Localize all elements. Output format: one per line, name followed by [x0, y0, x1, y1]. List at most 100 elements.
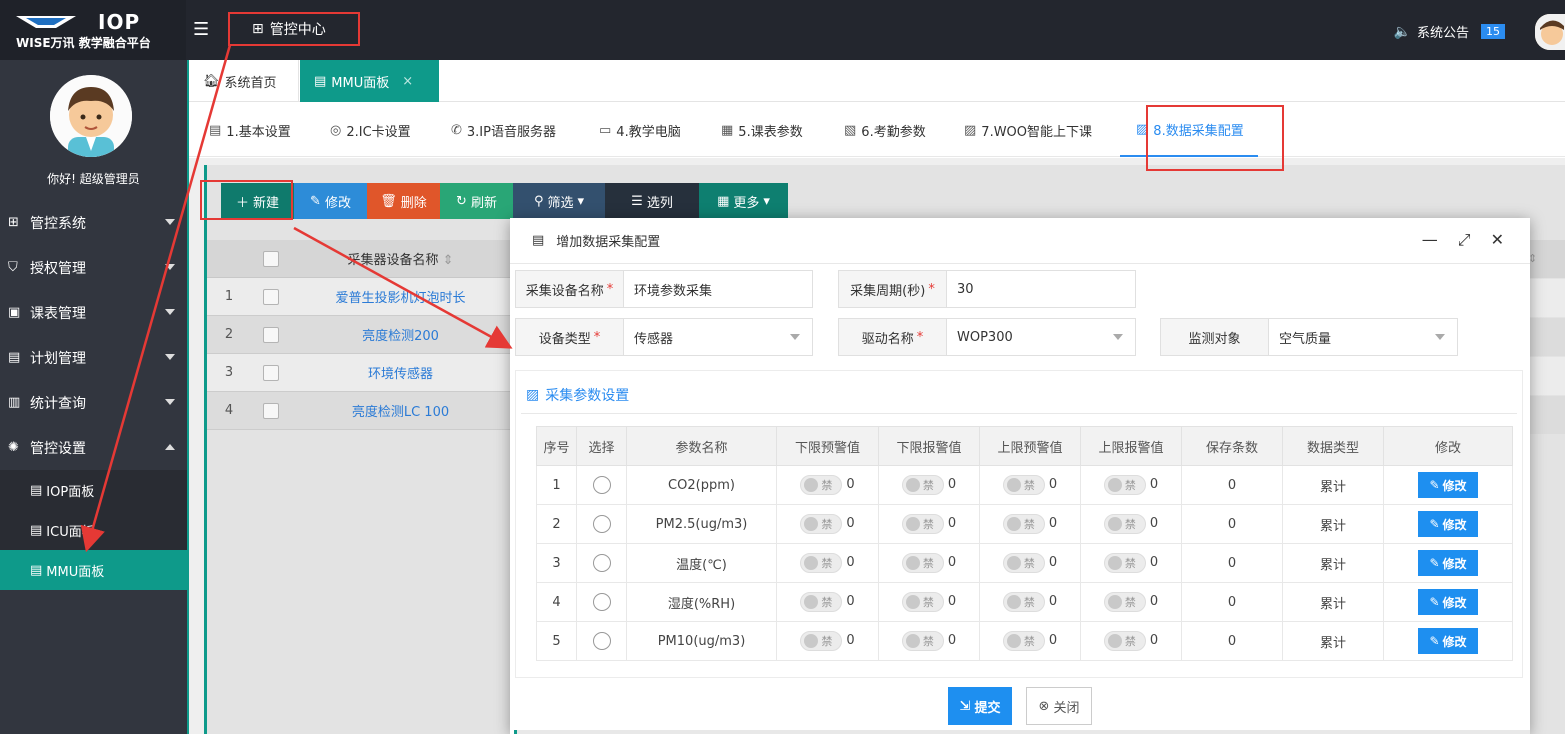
delete-button[interactable]: 🗑︎ 删除	[367, 183, 440, 219]
toggle-switch[interactable]: 禁	[901, 591, 944, 612]
threshold-switch[interactable]: 禁0	[901, 630, 956, 651]
edit-button[interactable]: ✎ 修改	[294, 183, 367, 219]
toggle-switch[interactable]: 禁	[1002, 552, 1045, 573]
tab-mmu-panel[interactable]: ▤ MMU面板 ×	[300, 60, 439, 102]
subtab-timetable-params[interactable]: ▦ 5.课表参数	[721, 103, 803, 157]
driver-field[interactable]: 驱动名称 * WOP300	[838, 318, 1136, 356]
toggle-switch[interactable]: 禁	[901, 552, 944, 573]
sidebar-item-timetable[interactable]: ▣ 课表管理	[0, 290, 187, 335]
threshold-switch[interactable]: 禁0	[800, 630, 855, 651]
toggle-switch[interactable]: 禁	[1002, 513, 1045, 534]
threshold-switch[interactable]: 禁0	[800, 513, 855, 534]
control-center-button[interactable]: ⊞ 管控中心	[228, 12, 360, 46]
param-row[interactable]: 1 CO2(ppm) 禁 0 禁 0 禁 0 禁 0 0 累计 ✎ 修改	[536, 465, 1513, 505]
param-select[interactable]	[576, 543, 627, 583]
row-checkbox[interactable]	[251, 326, 291, 343]
toggle-switch[interactable]: 禁	[800, 474, 843, 495]
threshold-switch[interactable]: 禁0	[901, 474, 956, 495]
target-field[interactable]: 监测对象 空气质量	[1160, 318, 1458, 356]
toggle-switch[interactable]: 禁	[901, 513, 944, 534]
row-device-name[interactable]: 环境传感器	[291, 363, 510, 382]
threshold-switch[interactable]: 禁0	[1103, 630, 1158, 651]
param-select[interactable]	[576, 582, 627, 622]
threshold-switch[interactable]: 禁0	[1103, 552, 1158, 573]
subtab-woo-class[interactable]: ▨ 7.WOO智能上下课	[964, 103, 1092, 157]
toggle-switch[interactable]: 禁	[800, 630, 843, 651]
toggle-switch[interactable]: 禁	[1002, 591, 1045, 612]
table-row[interactable]: 1 爱普生投影机灯泡时长	[207, 278, 510, 316]
toggle-switch[interactable]: 禁	[901, 630, 944, 651]
subtab-ic-card[interactable]: ◎ 2.IC卡设置	[330, 103, 411, 157]
device-type-select[interactable]: 传感器	[624, 319, 812, 355]
threshold-switch[interactable]: 禁0	[901, 552, 956, 573]
table-row[interactable]: 3 环境传感器	[207, 354, 510, 392]
toggle-switch[interactable]: 禁	[1103, 474, 1146, 495]
target-select[interactable]: 空气质量	[1269, 319, 1457, 355]
sidebar-subitem-iop[interactable]: ▤ IOP面板	[0, 470, 187, 510]
threshold-switch[interactable]: 禁0	[800, 474, 855, 495]
sidebar-item-plan[interactable]: ▤ 计划管理	[0, 335, 187, 380]
sidebar-item-statistics[interactable]: ▥ 统计查询	[0, 380, 187, 425]
system-notice[interactable]: 🔈 系统公告 15	[1394, 22, 1505, 41]
radio-button[interactable]	[592, 515, 611, 533]
param-row[interactable]: 2 PM2.5(ug/m3) 禁 0 禁 0 禁 0 禁 0 0 累计 ✎ 修改	[536, 504, 1513, 544]
grid-header-name[interactable]: 采集器设备名称 ⇕	[291, 249, 510, 268]
select-all-checkbox[interactable]	[251, 250, 291, 267]
menu-toggle-icon[interactable]: ☰	[193, 20, 213, 40]
sidebar-subitem-icu[interactable]: ▤ ICU面板	[0, 510, 187, 550]
threshold-switch[interactable]: 禁0	[1103, 591, 1158, 612]
user-avatar-top[interactable]	[1535, 14, 1565, 50]
radio-button[interactable]	[592, 476, 611, 494]
subtab-teaching-pc[interactable]: ▭ 4.教学电脑	[599, 103, 681, 157]
sidebar-subitem-mmu[interactable]: ▤ MMU面板	[0, 550, 187, 590]
row-device-name[interactable]: 亮度检测200	[291, 325, 510, 344]
param-row[interactable]: 3 温度(℃) 禁 0 禁 0 禁 0 禁 0 0 累计 ✎ 修改	[536, 543, 1513, 583]
threshold-switch[interactable]: 禁0	[901, 591, 956, 612]
more-button[interactable]: ▦ 更多 ▾	[699, 183, 788, 219]
threshold-switch[interactable]: 禁0	[1002, 513, 1057, 534]
toggle-switch[interactable]: 禁	[1103, 513, 1146, 534]
row-device-name[interactable]: 亮度检测LC 100	[291, 401, 510, 420]
table-row[interactable]: 2 亮度检测200	[207, 316, 510, 354]
close-icon[interactable]: ×	[402, 74, 413, 89]
threshold-switch[interactable]: 禁0	[1002, 552, 1057, 573]
row-checkbox[interactable]	[251, 288, 291, 305]
refresh-button[interactable]: ↻ 刷新	[440, 183, 513, 219]
subtab-basic-settings[interactable]: ▤ 1.基本设置	[209, 103, 291, 157]
toggle-switch[interactable]: 禁	[1103, 630, 1146, 651]
param-row[interactable]: 5 PM10(ug/m3) 禁 0 禁 0 禁 0 禁 0 0 累计 ✎ 修改	[536, 621, 1513, 661]
param-edit-button[interactable]: ✎ 修改	[1418, 511, 1478, 537]
toggle-switch[interactable]: 禁	[800, 591, 843, 612]
param-edit-button[interactable]: ✎ 修改	[1418, 589, 1478, 615]
period-field[interactable]: 采集周期(秒) * 30	[838, 270, 1136, 308]
close-icon[interactable]: ✕	[1491, 230, 1504, 250]
row-checkbox[interactable]	[251, 402, 291, 419]
threshold-switch[interactable]: 禁0	[800, 552, 855, 573]
threshold-switch[interactable]: 禁0	[901, 513, 956, 534]
param-select[interactable]	[576, 621, 627, 661]
tab-home[interactable]: 🏠︎ 系统首页	[189, 60, 299, 102]
toggle-switch[interactable]: 禁	[1002, 474, 1045, 495]
radio-button[interactable]	[592, 554, 611, 572]
threshold-switch[interactable]: 禁0	[1002, 630, 1057, 651]
toggle-switch[interactable]: 禁	[1103, 552, 1146, 573]
toggle-switch[interactable]: 禁	[800, 513, 843, 534]
row-device-name[interactable]: 爱普生投影机灯泡时长	[291, 287, 510, 306]
sidebar-item-control-system[interactable]: ⊞ 管控系统	[0, 200, 187, 245]
threshold-switch[interactable]: 禁0	[1002, 591, 1057, 612]
device-type-field[interactable]: 设备类型 * 传感器	[515, 318, 813, 356]
period-input[interactable]: 30	[947, 271, 1135, 307]
device-name-field[interactable]: 采集设备名称 * 环境参数采集	[515, 270, 813, 308]
minimize-icon[interactable]: —	[1422, 230, 1438, 250]
radio-button[interactable]	[592, 593, 611, 611]
columns-button[interactable]: ☰ 选列	[605, 183, 699, 219]
sidebar-item-control-settings[interactable]: ✺ 管控设置	[0, 425, 187, 470]
subtab-ip-voice[interactable]: ✆ 3.IP语音服务器	[451, 103, 556, 157]
threshold-switch[interactable]: 禁0	[1002, 474, 1057, 495]
close-button[interactable]: ⊗ 关闭	[1026, 687, 1092, 725]
threshold-switch[interactable]: 禁0	[1103, 474, 1158, 495]
param-edit-button[interactable]: ✎ 修改	[1418, 628, 1478, 654]
device-name-input[interactable]: 环境参数采集	[624, 271, 812, 307]
toggle-switch[interactable]: 禁	[1103, 591, 1146, 612]
param-row[interactable]: 4 湿度(%RH) 禁 0 禁 0 禁 0 禁 0 0 累计 ✎ 修改	[536, 582, 1513, 622]
